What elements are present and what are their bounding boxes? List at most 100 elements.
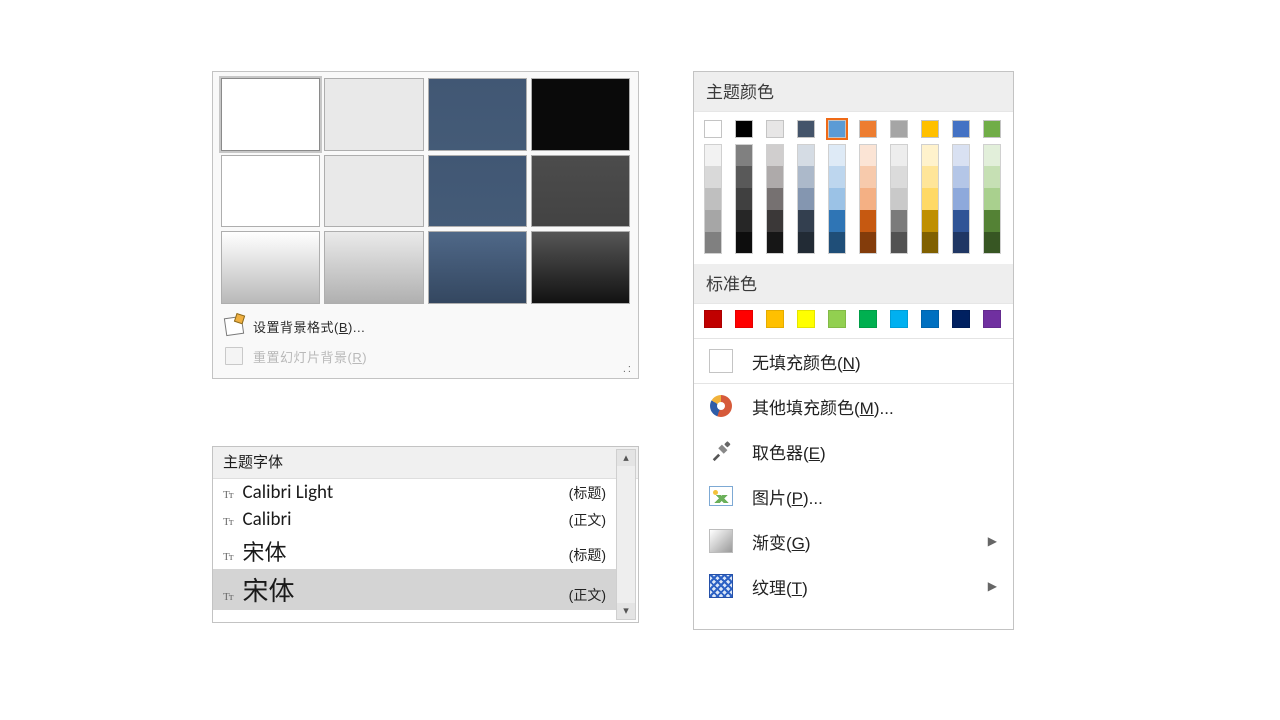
picture-fill-item[interactable]: 图片(P)...: [694, 474, 1013, 519]
scroll-up-icon[interactable]: ▴: [617, 450, 635, 466]
theme-color-swatch[interactable]: [735, 120, 753, 138]
standard-color-swatch[interactable]: [859, 310, 877, 328]
theme-tint-swatch[interactable]: [704, 210, 722, 232]
theme-tint-swatch[interactable]: [983, 166, 1001, 188]
standard-color-swatch[interactable]: [890, 310, 908, 328]
theme-tint-swatch[interactable]: [859, 210, 877, 232]
bg-thumb-lightgray-2[interactable]: [324, 155, 423, 228]
theme-tint-swatch[interactable]: [797, 210, 815, 232]
theme-tint-swatch[interactable]: [828, 210, 846, 232]
eyedropper-item[interactable]: 取色器(E): [694, 429, 1013, 474]
standard-color-swatch[interactable]: [983, 310, 1001, 328]
theme-color-swatch[interactable]: [704, 120, 722, 138]
bg-thumb-lightgray[interactable]: [324, 78, 423, 151]
theme-tint-swatch[interactable]: [704, 144, 722, 166]
eyedropper-label: 取色器(E): [752, 439, 826, 464]
theme-color-swatch[interactable]: [797, 120, 815, 138]
theme-tint-swatch[interactable]: [859, 188, 877, 210]
bg-thumb-white[interactable]: [221, 78, 320, 151]
font-item-songti-title[interactable]: Tᴛ宋体(标题): [213, 533, 616, 569]
theme-color-swatch[interactable]: [766, 120, 784, 138]
standard-color-swatch[interactable]: [766, 310, 784, 328]
theme-tint-swatch[interactable]: [766, 232, 784, 254]
scroll-down-icon[interactable]: ▾: [617, 603, 635, 619]
bg-thumb-darkblue-2[interactable]: [428, 155, 527, 228]
font-item-songti-body[interactable]: Tᴛ宋体(正文): [213, 569, 616, 610]
truetype-icon: Tᴛ: [223, 551, 233, 563]
theme-color-swatch[interactable]: [952, 120, 970, 138]
font-item-calibri-light[interactable]: TᴛCalibri Light(标题): [213, 479, 616, 506]
theme-tint-swatch[interactable]: [983, 144, 1001, 166]
theme-tint-swatch[interactable]: [828, 232, 846, 254]
standard-color-swatch[interactable]: [828, 310, 846, 328]
bg-thumb-darkblue[interactable]: [428, 78, 527, 151]
theme-tint-swatch[interactable]: [735, 210, 753, 232]
theme-tint-swatch[interactable]: [890, 144, 908, 166]
theme-color-swatch[interactable]: [828, 120, 846, 138]
theme-tint-swatch[interactable]: [921, 188, 939, 210]
theme-tint-swatch[interactable]: [797, 144, 815, 166]
theme-color-swatch[interactable]: [859, 120, 877, 138]
theme-tint-swatch[interactable]: [766, 188, 784, 210]
theme-tint-swatch[interactable]: [766, 166, 784, 188]
bg-thumb-white-2[interactable]: [221, 155, 320, 228]
theme-tint-swatch[interactable]: [797, 166, 815, 188]
bg-thumb-white-grad[interactable]: [221, 231, 320, 304]
theme-tint-column: [983, 144, 1001, 254]
bg-thumb-gray-grad[interactable]: [324, 231, 423, 304]
bg-thumb-blue-grad[interactable]: [428, 231, 527, 304]
standard-color-swatch[interactable]: [735, 310, 753, 328]
theme-tint-swatch[interactable]: [921, 210, 939, 232]
theme-tint-swatch[interactable]: [797, 232, 815, 254]
theme-tint-swatch[interactable]: [952, 188, 970, 210]
theme-tint-swatch[interactable]: [859, 144, 877, 166]
theme-tint-swatch[interactable]: [952, 210, 970, 232]
theme-tint-swatch[interactable]: [704, 232, 722, 254]
theme-tint-swatch[interactable]: [983, 210, 1001, 232]
theme-tint-swatch[interactable]: [921, 144, 939, 166]
theme-tint-swatch[interactable]: [859, 232, 877, 254]
bg-thumb-black-grad[interactable]: [531, 231, 630, 304]
theme-color-swatch[interactable]: [983, 120, 1001, 138]
theme-tint-swatch[interactable]: [890, 210, 908, 232]
theme-tint-swatch[interactable]: [766, 210, 784, 232]
theme-tint-swatch[interactable]: [921, 166, 939, 188]
theme-tint-swatch[interactable]: [797, 188, 815, 210]
theme-tint-swatch[interactable]: [952, 166, 970, 188]
theme-tint-swatch[interactable]: [828, 144, 846, 166]
theme-color-swatch[interactable]: [890, 120, 908, 138]
standard-color-swatch[interactable]: [921, 310, 939, 328]
theme-tint-swatch[interactable]: [921, 232, 939, 254]
theme-tint-swatch[interactable]: [952, 144, 970, 166]
theme-tint-swatch[interactable]: [828, 166, 846, 188]
theme-tint-swatch[interactable]: [983, 232, 1001, 254]
theme-tint-swatch[interactable]: [952, 232, 970, 254]
theme-tint-swatch[interactable]: [983, 188, 1001, 210]
theme-tint-swatch[interactable]: [890, 232, 908, 254]
theme-tint-swatch[interactable]: [859, 166, 877, 188]
standard-color-swatch[interactable]: [797, 310, 815, 328]
theme-tint-swatch[interactable]: [890, 188, 908, 210]
format-background-item[interactable]: 设置背景格式(B)...: [213, 311, 638, 341]
theme-tint-swatch[interactable]: [766, 144, 784, 166]
theme-tint-swatch[interactable]: [890, 166, 908, 188]
font-item-calibri[interactable]: TᴛCalibri(正文): [213, 506, 616, 533]
theme-tint-swatch[interactable]: [704, 188, 722, 210]
theme-tint-swatch[interactable]: [735, 144, 753, 166]
more-fill-colors-item[interactable]: 其他填充颜色(M)...: [694, 384, 1013, 429]
bg-thumb-darkgray[interactable]: [531, 155, 630, 228]
theme-color-swatch[interactable]: [921, 120, 939, 138]
resize-grip-icon[interactable]: .:: [623, 363, 633, 375]
theme-tint-swatch[interactable]: [735, 232, 753, 254]
bg-thumb-black[interactable]: [531, 78, 630, 151]
theme-tint-swatch[interactable]: [704, 166, 722, 188]
texture-fill-item[interactable]: 纹理(T) ▶: [694, 564, 1013, 609]
theme-tint-swatch[interactable]: [828, 188, 846, 210]
theme-tint-swatch[interactable]: [735, 166, 753, 188]
standard-color-swatch[interactable]: [704, 310, 722, 328]
scrollbar[interactable]: ▴ ▾: [616, 449, 636, 620]
theme-tint-swatch[interactable]: [735, 188, 753, 210]
no-fill-item[interactable]: 无填充颜色(N): [694, 339, 1013, 384]
standard-color-swatch[interactable]: [952, 310, 970, 328]
gradient-fill-item[interactable]: 渐变(G) ▶: [694, 519, 1013, 564]
